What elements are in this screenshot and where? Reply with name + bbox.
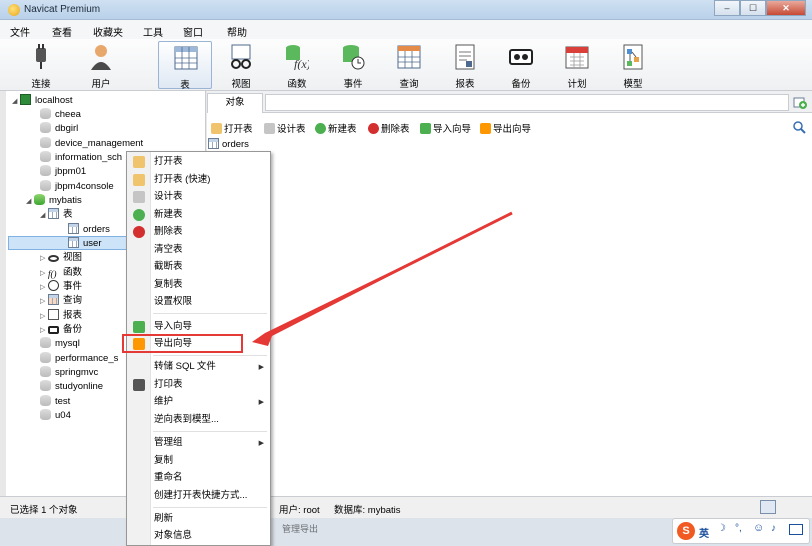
- annotation-arrow: [252, 211, 513, 346]
